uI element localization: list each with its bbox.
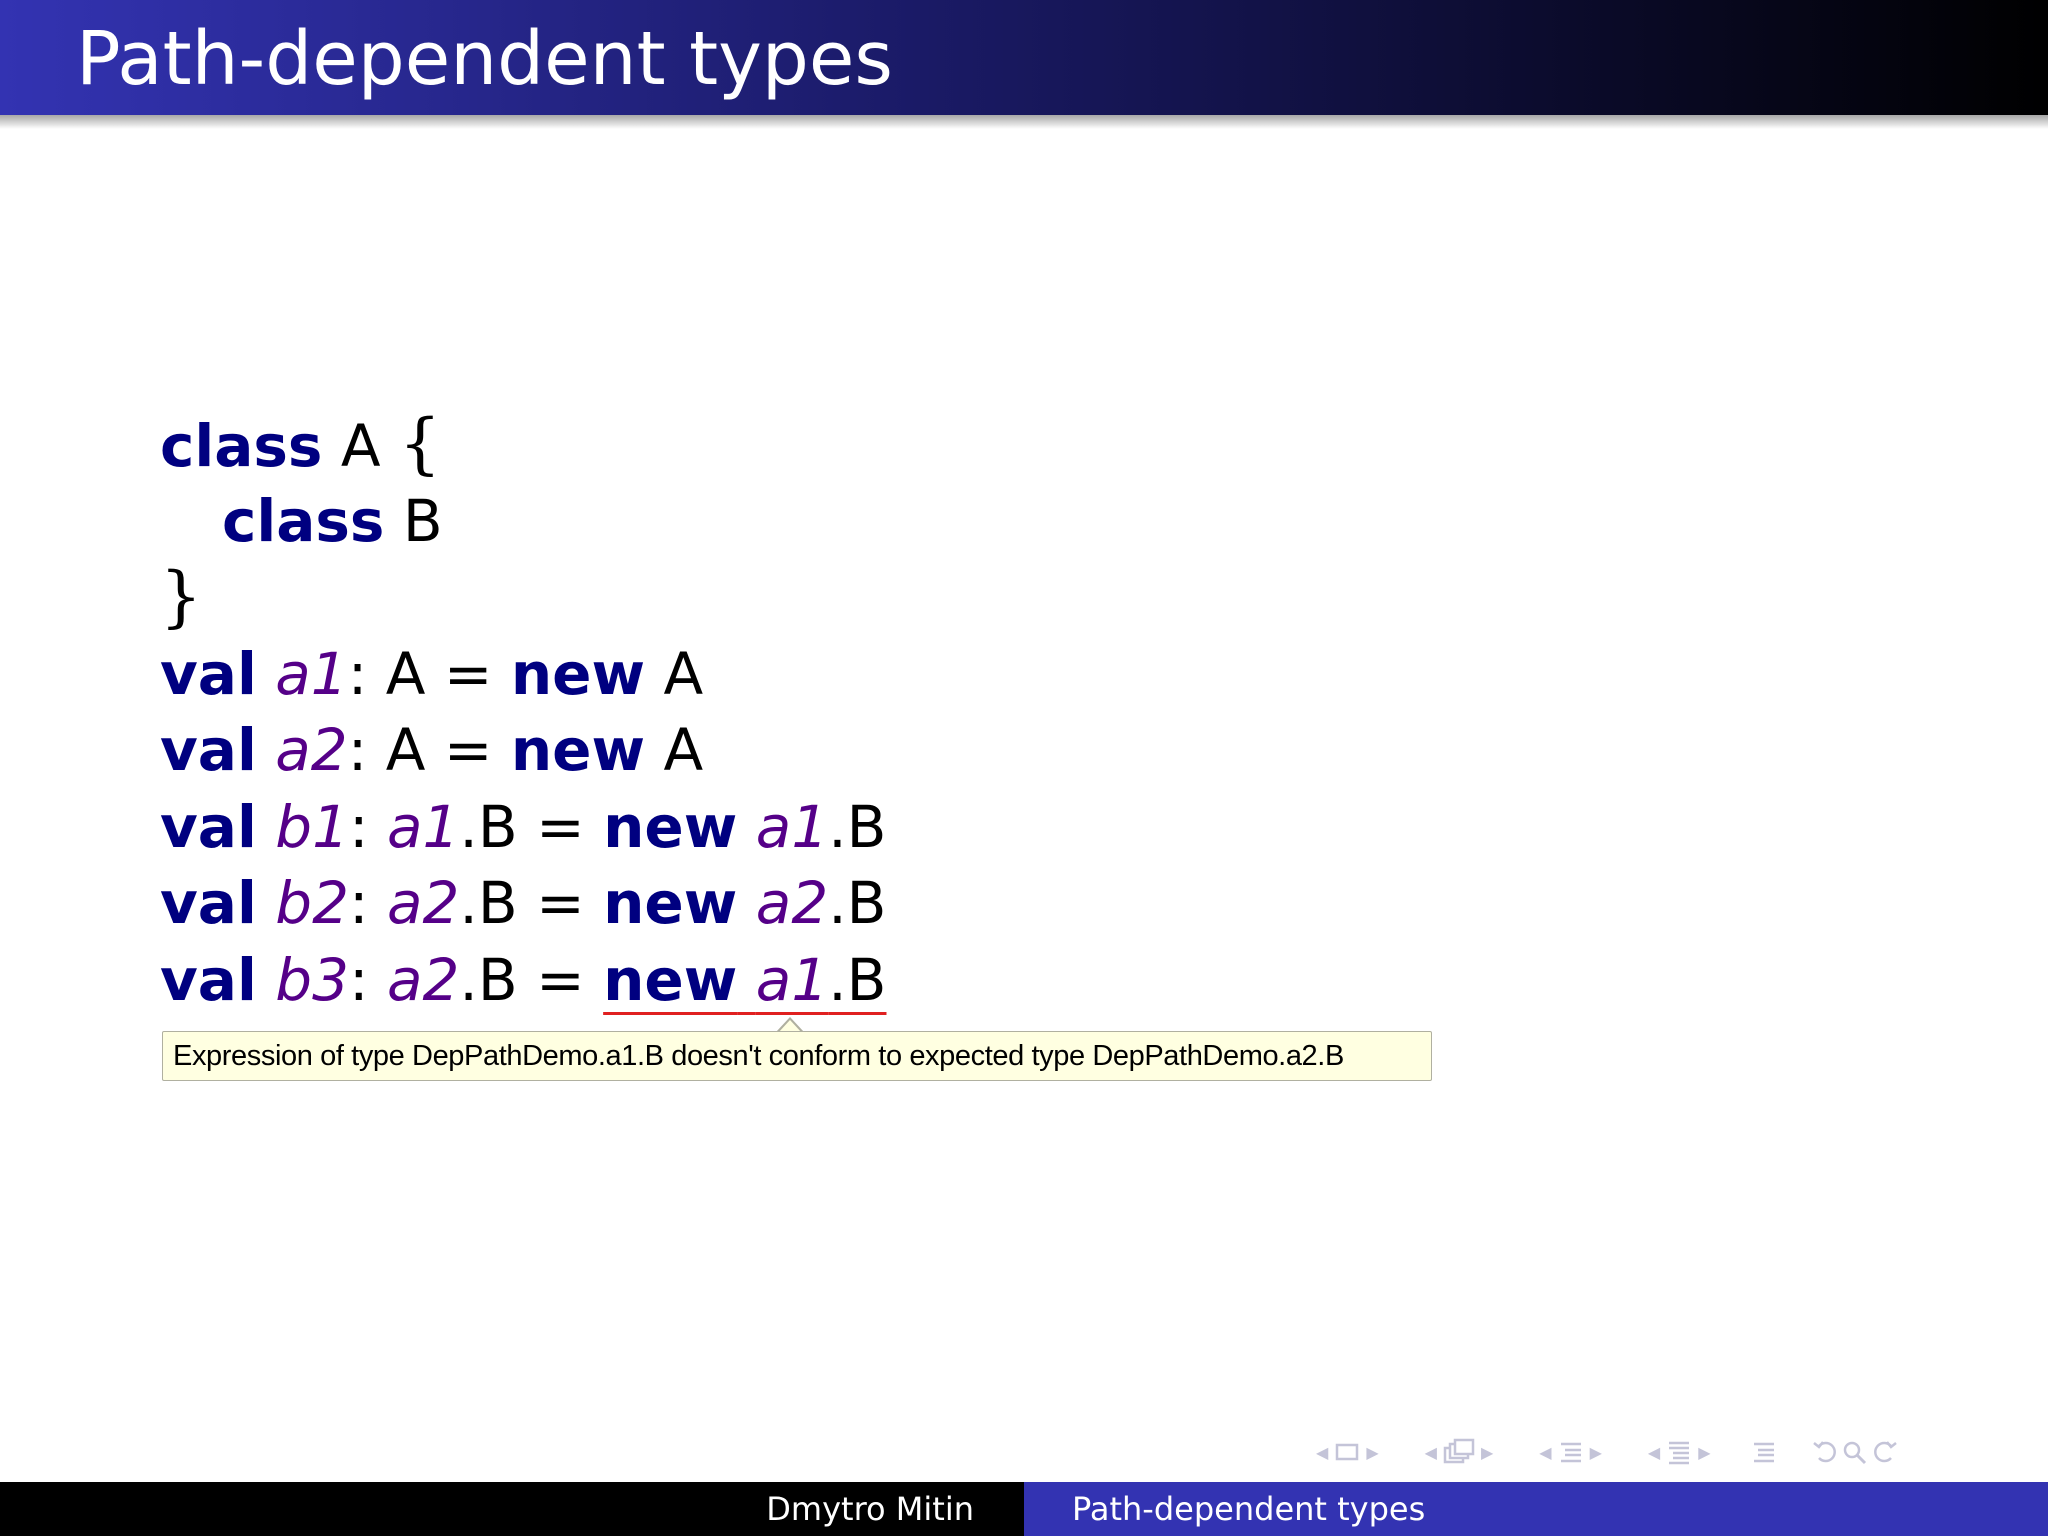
- nav-right-arrow-icon[interactable]: ▶: [1481, 1443, 1493, 1462]
- error-expression[interactable]: new a1.B: [603, 946, 886, 1014]
- code-line-3: }: [160, 558, 886, 636]
- section-nav-icon[interactable]: [1666, 1439, 1692, 1465]
- type-path: .B: [459, 792, 518, 861]
- colon: :: [348, 792, 369, 861]
- variable: a1: [755, 792, 829, 861]
- nav-right-arrow-icon[interactable]: ▶: [1366, 1443, 1378, 1462]
- type-name: A: [663, 716, 704, 784]
- variable: b2: [275, 869, 349, 937]
- type-path: .B: [828, 945, 887, 1014]
- section-nav[interactable]: ◀ ▶: [1642, 1439, 1717, 1465]
- variable: a1: [755, 945, 829, 1014]
- keyword-val: val: [160, 716, 257, 784]
- type-name: B: [402, 486, 443, 555]
- keyword-val: val: [160, 945, 257, 1014]
- keyword-val: val: [160, 639, 257, 708]
- variable: b1: [275, 792, 349, 861]
- frame-nav[interactable]: ◀ ▶: [1419, 1438, 1500, 1466]
- error-tooltip-text: Expression of type DepPathDemo.a1.B does…: [173, 1040, 1344, 1072]
- type-path: .B: [828, 869, 887, 937]
- footer-title: Path-dependent types: [1072, 1490, 1426, 1528]
- equals-sign: =: [536, 945, 585, 1014]
- type-name: A: [340, 412, 381, 480]
- subsection-nav[interactable]: ◀ ▶: [1533, 1439, 1608, 1465]
- keyword-class: class: [160, 412, 323, 480]
- keyword-val: val: [160, 792, 257, 861]
- code-line-4: val a1: A = new A: [160, 636, 886, 713]
- variable: a2: [755, 869, 829, 937]
- keyword-new: new: [510, 716, 646, 784]
- type-path: .B: [459, 945, 518, 1014]
- colon: :: [348, 869, 369, 937]
- code-line-1: class A {: [160, 405, 886, 483]
- equals-sign: =: [443, 639, 493, 708]
- code-line-5: val a2: A = new A: [160, 712, 886, 789]
- title-bar-shadow: [0, 115, 2048, 129]
- colon: :: [348, 945, 369, 1014]
- type-name: A: [385, 716, 426, 784]
- type-name: A: [385, 639, 426, 708]
- variable: a2: [386, 945, 460, 1014]
- footer-bar: Dmytro Mitin Path-dependent types: [0, 1482, 2048, 1536]
- nav-left-arrow-icon[interactable]: ◀: [1539, 1443, 1551, 1462]
- slide-title: Path-dependent types: [76, 16, 893, 102]
- open-brace: {: [399, 405, 442, 482]
- code-line-8: val b3: a2.B = new a1.B: [160, 942, 886, 1019]
- frame-nav-icon[interactable]: [1443, 1438, 1475, 1466]
- keyword-new: new: [603, 869, 738, 937]
- toc-icon[interactable]: [1751, 1439, 1777, 1465]
- footer-author-panel: Dmytro Mitin: [0, 1482, 1024, 1536]
- subsection-nav-icon[interactable]: [1558, 1439, 1584, 1465]
- beamer-navigation: ◀ ▶ ◀ ▶ ◀ ▶ ◀ ▶: [1310, 1432, 1933, 1472]
- slide-nav-icon[interactable]: [1334, 1441, 1360, 1463]
- redo-icon[interactable]: [1869, 1439, 1899, 1465]
- slide-nav[interactable]: ◀ ▶: [1310, 1441, 1385, 1463]
- variable: a1: [275, 639, 348, 708]
- variable: a1: [386, 792, 460, 861]
- variable: a2: [386, 869, 460, 937]
- footer-title-panel: Path-dependent types: [1024, 1482, 2048, 1536]
- undo-icon[interactable]: [1811, 1439, 1841, 1465]
- close-brace: }: [160, 558, 202, 635]
- equals-sign: =: [536, 869, 585, 937]
- keyword-new: new: [603, 792, 738, 861]
- type-name: A: [663, 639, 704, 708]
- keyword-new: new: [603, 945, 738, 1014]
- type-path: .B: [828, 792, 887, 861]
- code-block: class A { class B } val a1: A = new A va…: [160, 405, 886, 1019]
- variable: a2: [275, 716, 348, 784]
- nav-right-arrow-icon[interactable]: ▶: [1698, 1443, 1710, 1462]
- nav-left-arrow-icon[interactable]: ◀: [1648, 1443, 1660, 1462]
- search-nav: [1811, 1439, 1899, 1465]
- search-icon[interactable]: [1841, 1439, 1869, 1465]
- nav-left-arrow-icon[interactable]: ◀: [1425, 1443, 1437, 1462]
- equals-sign: =: [443, 716, 493, 784]
- keyword-val: val: [160, 869, 257, 937]
- keyword-class: class: [222, 486, 385, 555]
- type-path: .B: [459, 869, 518, 937]
- colon: :: [347, 639, 368, 708]
- code-line-7: val b2: a2.B = new a2.B: [160, 865, 886, 942]
- nav-left-arrow-icon[interactable]: ◀: [1316, 1443, 1328, 1462]
- code-line-2: class B: [160, 483, 886, 560]
- equals-sign: =: [536, 792, 585, 861]
- variable: b3: [275, 945, 349, 1014]
- colon: :: [347, 716, 368, 784]
- nav-right-arrow-icon[interactable]: ▶: [1590, 1443, 1602, 1462]
- toc-nav[interactable]: [1751, 1439, 1777, 1465]
- footer-author: Dmytro Mitin: [766, 1490, 974, 1528]
- error-tooltip: Expression of type DepPathDemo.a1.B does…: [162, 1031, 1432, 1081]
- code-line-6: val b1: a1.B = new a1.B: [160, 789, 886, 866]
- keyword-new: new: [510, 639, 646, 708]
